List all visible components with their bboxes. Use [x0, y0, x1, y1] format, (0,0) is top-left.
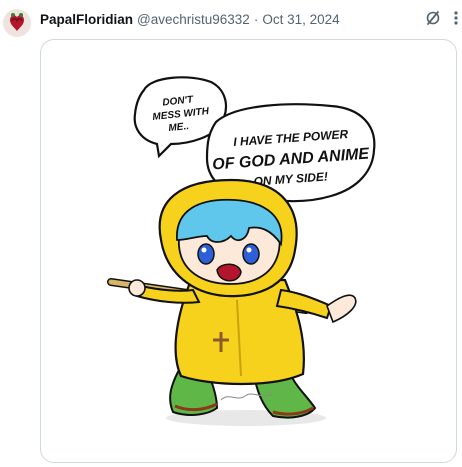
separator-dot: ·: [253, 11, 259, 27]
avatar-image: [3, 9, 31, 37]
mouth: [216, 263, 242, 282]
speech-small-line-3: ME..: [168, 121, 190, 134]
post-date[interactable]: Oct 31, 2024: [262, 12, 339, 27]
user-handle[interactable]: @avechristu96332: [137, 12, 250, 27]
display-name[interactable]: PapalFloridian: [40, 12, 133, 27]
avatar[interactable]: [3, 9, 31, 37]
grok-icon[interactable]: [424, 9, 442, 27]
post-media[interactable]: DON'T MESS WITH ME.. I HAVE THE POWER OF…: [40, 39, 457, 463]
post-header: PapalFloridian @avechristu96332 · Oct 31…: [40, 9, 454, 29]
more-icon[interactable]: [450, 9, 462, 27]
cartoon-illustration: DON'T MESS WITH ME.. I HAVE THE POWER OF…: [107, 76, 376, 426]
right-hand: [326, 294, 357, 324]
post: PapalFloridian @avechristu96332 · Oct 31…: [0, 0, 462, 467]
